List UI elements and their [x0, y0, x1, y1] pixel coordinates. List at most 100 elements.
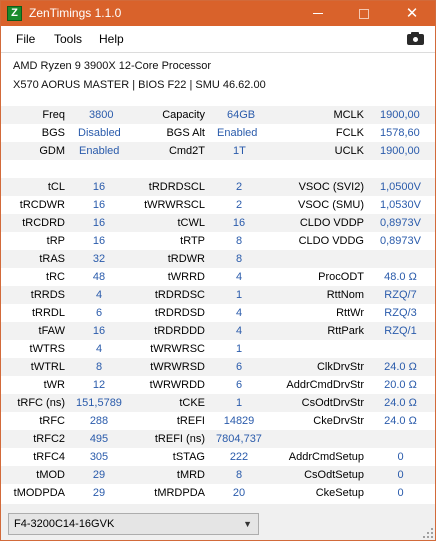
table-row: tRFC4 305 tSTAG 222 AddrCmdSetup 0 [1, 448, 435, 466]
voltage-odt-value: 48.0 Ω [384, 271, 417, 283]
timing-value: 2 [235, 181, 243, 193]
timing-label: tMRDPDA [154, 487, 205, 499]
grip-dot [431, 532, 433, 534]
timing-label: tWRRD [167, 271, 205, 283]
menu-file[interactable]: File [16, 32, 35, 46]
mclk-value: 1900,00 [380, 109, 420, 121]
table-row: tWTRL 8 tWRWRSD 6 ClkDrvStr 24.0 Ω [1, 358, 435, 376]
timing-value: 8 [235, 235, 243, 247]
timing-label: tRFC4 [33, 451, 65, 463]
timing-value: 12 [92, 379, 106, 391]
timing-label: tCL [47, 181, 65, 193]
maximize-icon [359, 8, 369, 19]
zentimings-app-icon: Z [7, 6, 22, 21]
table-row: tRAS 32 tRDWR 8 [1, 250, 435, 268]
voltage-odt-value: 24.0 Ω [384, 415, 417, 427]
table-row: Freq 3800 Capacity 64GB MCLK 1900,00 [1, 106, 435, 124]
timing-label: tFAW [38, 325, 65, 337]
timing-label: tRAS [39, 253, 65, 265]
timing-value: 20 [232, 487, 246, 499]
timing-label: tREFI (ns) [154, 433, 205, 445]
timing-label: tSTAG [172, 451, 205, 463]
voltage-odt-label: RttPark [327, 325, 364, 337]
timing-label: tWRWRSD [150, 361, 205, 373]
timing-value: 4 [235, 325, 243, 337]
table-row: GDM Enabled Cmd2T 1T UCLK 1900,00 [1, 142, 435, 160]
timing-value: 305 [89, 451, 109, 463]
timing-label: tMOD [36, 469, 65, 481]
cpu-name: AMD Ryzen 9 3900X 12-Core Processor [13, 60, 212, 72]
voltage-odt-label: VSOC (SVI2) [298, 181, 364, 193]
gdm-value: Enabled [79, 145, 120, 157]
close-button[interactable]: ✕ [389, 1, 435, 26]
menu-tools[interactable]: Tools [54, 32, 82, 46]
uclk-label: UCLK [334, 145, 364, 157]
resize-grip-icon[interactable] [423, 528, 433, 538]
timing-label: tRFC [39, 415, 65, 427]
timing-value: 29 [92, 487, 106, 499]
maximize-button[interactable] [341, 1, 387, 26]
timing-value: 1 [235, 289, 243, 301]
timing-value: 8 [235, 253, 243, 265]
timing-value: 151,5789 [76, 397, 122, 409]
gdm-label: GDM [39, 145, 65, 157]
timing-label: tRDRDDD [154, 325, 205, 337]
timing-label: tRRDS [30, 289, 65, 301]
screenshot-button[interactable] [406, 31, 426, 47]
timing-value: 8 [95, 361, 103, 373]
menu-help[interactable]: Help [99, 32, 124, 46]
bgs-alt-label: BGS Alt [166, 127, 205, 139]
voltage-odt-value: 24.0 Ω [384, 361, 417, 373]
timing-label: tRDRDSCL [148, 181, 205, 193]
timing-value: 2 [235, 199, 243, 211]
timing-value: 48 [92, 271, 106, 283]
timing-value: 8 [235, 469, 243, 481]
timing-label: tRRDL [31, 307, 65, 319]
timing-value: 288 [89, 415, 109, 427]
timing-value: 16 [92, 235, 106, 247]
memory-profile-select[interactable]: F4-3200C14-16GVK ▼ [8, 513, 259, 535]
table-row: tRFC 288 tREFI 14829 CkeDrvStr 24.0 Ω [1, 412, 435, 430]
cmd2t-value: 1T [233, 145, 246, 157]
capacity-label: Capacity [162, 109, 205, 121]
chevron-down-icon: ▼ [243, 519, 252, 529]
timing-value: 4 [235, 307, 243, 319]
title-bar[interactable]: Z ZenTimings 1.1.0 ✕ [1, 1, 435, 26]
voltage-odt-label: CkeDrvStr [313, 415, 364, 427]
timing-value: 16 [92, 325, 106, 337]
timing-label: tRC [46, 271, 65, 283]
timing-value: 495 [89, 433, 109, 445]
voltage-odt-label: CkeSetup [315, 487, 364, 499]
timing-label: tWTRS [29, 343, 65, 355]
system-info-panel: AMD Ryzen 9 3900X 12-Core Processor X570… [1, 53, 435, 100]
voltage-odt-label: CsOdtDrvStr [301, 397, 364, 409]
timings-table: Freq 3800 Capacity 64GB MCLK 1900,00 BGS… [1, 100, 435, 504]
voltage-odt-label: AddrCmdSetup [288, 451, 364, 463]
timing-value: 32 [92, 253, 106, 265]
timing-label: tRFC2 [33, 433, 65, 445]
minimize-button[interactable] [295, 1, 341, 26]
voltage-odt-label: CLDO VDDG [298, 235, 364, 247]
grip-dot [431, 536, 433, 538]
timing-value: 4 [95, 289, 103, 301]
voltage-odt-value: 1,0500V [380, 181, 421, 193]
grip-dot [423, 536, 425, 538]
camera-lens-icon [412, 36, 419, 43]
timing-value: 16 [92, 199, 106, 211]
timing-label: tMODPDA [13, 487, 65, 499]
timing-value: 14829 [223, 415, 255, 427]
bgs-label: BGS [41, 127, 65, 139]
timing-label: tCWL [177, 217, 206, 229]
table-row: tCL 16 tRDRDSCL 2 VSOC (SVI2) 1,0500V [1, 178, 435, 196]
timing-label: tRCDRD [22, 217, 65, 229]
table-row: tRP 16 tRTP 8 CLDO VDDG 0,8973V [1, 232, 435, 250]
timing-value: 6 [95, 307, 103, 319]
voltage-odt-value: RZQ/7 [384, 289, 417, 301]
timing-label: tWRWRDD [149, 379, 205, 391]
voltage-odt-value: 1,0530V [380, 199, 421, 211]
mclk-label: MCLK [333, 109, 364, 121]
uclk-value: 1900,00 [380, 145, 420, 157]
close-icon: ✕ [405, 5, 419, 22]
table-row: tRFC2 495 tREFI (ns) 7804,737 [1, 430, 435, 448]
timing-value: 16 [92, 181, 106, 193]
